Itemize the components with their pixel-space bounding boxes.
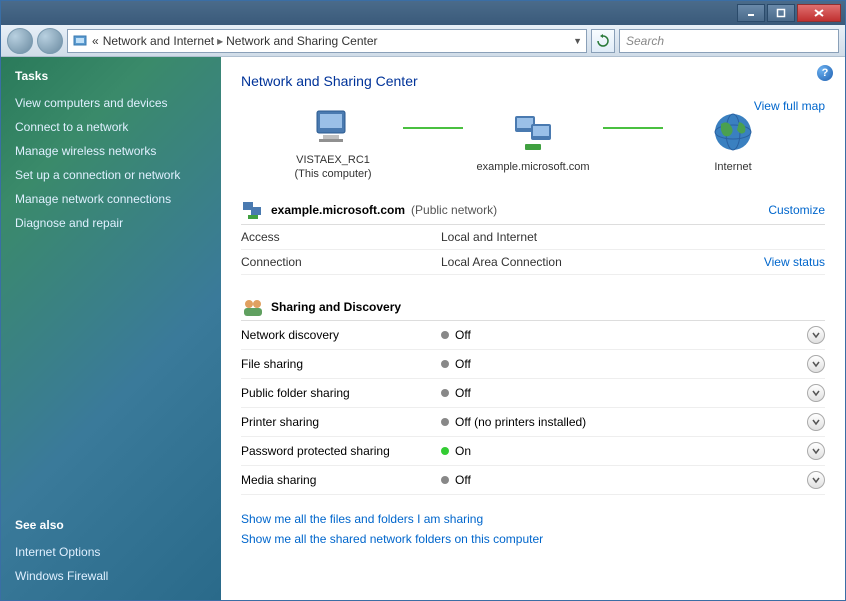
body: Tasks View computers and devices Connect…	[1, 57, 845, 600]
network-section-type: (Public network)	[411, 203, 497, 217]
help-icon[interactable]: ?	[817, 65, 833, 81]
view-status-link[interactable]: View status	[764, 255, 825, 269]
breadcrumb-2[interactable]: Network and Sharing Center	[226, 34, 377, 48]
sharing-header-text: Sharing and Discovery	[271, 300, 401, 314]
window: « Network and Internet ▸ Network and Sha…	[0, 0, 846, 601]
forward-button[interactable]	[37, 28, 63, 54]
network-section-name: example.microsoft.com	[271, 203, 405, 217]
close-button[interactable]	[797, 4, 841, 22]
network-icon	[509, 110, 557, 158]
media-sharing-label: Media sharing	[241, 473, 441, 487]
bottom-links: Show me all the files and folders I am s…	[241, 509, 825, 549]
people-icon	[241, 297, 265, 317]
expand-button[interactable]	[807, 384, 825, 402]
map-link-1	[403, 127, 463, 129]
connection-value: Local Area Connection	[441, 255, 764, 269]
access-value: Local and Internet	[441, 230, 825, 244]
address-bar-row: « Network and Internet ▸ Network and Sha…	[1, 25, 845, 57]
status-dot-icon	[441, 447, 449, 455]
refresh-button[interactable]	[591, 29, 615, 53]
public-folder-sharing-row: Public folder sharing Off	[241, 379, 825, 408]
network-name: example.microsoft.com	[476, 161, 589, 173]
access-label: Access	[241, 230, 441, 244]
network-small-icon	[241, 200, 265, 220]
printer-sharing-row: Printer sharing Off (no printers install…	[241, 408, 825, 437]
network-discovery-label: Network discovery	[241, 328, 441, 342]
file-sharing-row: File sharing Off	[241, 350, 825, 379]
expand-button[interactable]	[807, 326, 825, 344]
minimize-button[interactable]	[737, 4, 765, 22]
control-panel-icon	[72, 33, 88, 49]
connection-row: Connection Local Area Connection View st…	[241, 250, 825, 275]
status-dot-icon	[441, 331, 449, 339]
view-full-map-link[interactable]: View full map	[754, 99, 825, 113]
expand-button[interactable]	[807, 355, 825, 373]
password-sharing-row: Password protected sharing On	[241, 437, 825, 466]
sidebar-task-manage-wireless[interactable]: Manage wireless networks	[15, 139, 207, 163]
sidebar-seealso-windows-firewall[interactable]: Windows Firewall	[15, 564, 207, 588]
search-input[interactable]: Search	[619, 29, 839, 53]
page-title: Network and Sharing Center	[241, 73, 825, 89]
network-discovery-row: Network discovery Off	[241, 321, 825, 350]
computer-name: VISTAEX_RC1	[296, 154, 370, 166]
customize-link[interactable]: Customize	[768, 203, 825, 217]
address-bar[interactable]: « Network and Internet ▸ Network and Sha…	[67, 29, 587, 53]
search-placeholder: Search	[626, 34, 664, 48]
sidebar-task-diagnose[interactable]: Diagnose and repair	[15, 211, 207, 235]
sidebar-seealso-internet-options[interactable]: Internet Options	[15, 540, 207, 564]
expand-button[interactable]	[807, 442, 825, 460]
network-discovery-value: Off	[455, 328, 807, 342]
computer-icon	[309, 103, 357, 151]
media-sharing-value: Off	[455, 473, 807, 487]
status-dot-icon	[441, 389, 449, 397]
breadcrumb-1[interactable]: Network and Internet	[103, 34, 214, 48]
status-dot-icon	[441, 476, 449, 484]
sidebar-task-view-computers[interactable]: View computers and devices	[15, 91, 207, 115]
status-dot-icon	[441, 418, 449, 426]
connection-label: Connection	[241, 255, 441, 269]
sidebar: Tasks View computers and devices Connect…	[1, 57, 221, 600]
status-dot-icon	[441, 360, 449, 368]
access-row: Access Local and Internet	[241, 225, 825, 250]
network-section: example.microsoft.com (Public network) C…	[241, 200, 825, 275]
map-node-internet: Internet	[663, 110, 803, 174]
breadcrumb-sep-icon: ▸	[217, 34, 223, 48]
internet-label: Internet	[714, 161, 751, 173]
public-folder-sharing-value: Off	[455, 386, 807, 400]
expand-button[interactable]	[807, 471, 825, 489]
show-files-link[interactable]: Show me all the files and folders I am s…	[241, 509, 825, 529]
media-sharing-row: Media sharing Off	[241, 466, 825, 495]
breadcrumb-chevrons[interactable]: «	[92, 34, 99, 48]
computer-sub: (This computer)	[294, 168, 371, 180]
sharing-header: Sharing and Discovery	[241, 297, 825, 321]
password-sharing-label: Password protected sharing	[241, 444, 441, 458]
map-node-network: example.microsoft.com	[463, 110, 603, 174]
map-link-2	[603, 127, 663, 129]
titlebar	[1, 1, 845, 25]
back-button[interactable]	[7, 28, 33, 54]
expand-button[interactable]	[807, 413, 825, 431]
file-sharing-value: Off	[455, 357, 807, 371]
printer-sharing-label: Printer sharing	[241, 415, 441, 429]
sidebar-task-manage-connections[interactable]: Manage network connections	[15, 187, 207, 211]
file-sharing-label: File sharing	[241, 357, 441, 371]
public-folder-sharing-label: Public folder sharing	[241, 386, 441, 400]
show-folders-link[interactable]: Show me all the shared network folders o…	[241, 529, 825, 549]
network-map: View full map VISTAEX_RC1(This computer)	[241, 103, 825, 182]
network-header: example.microsoft.com (Public network) C…	[241, 200, 825, 225]
tasks-header: Tasks	[15, 69, 207, 83]
sidebar-task-connect[interactable]: Connect to a network	[15, 115, 207, 139]
address-dropdown-icon[interactable]: ▼	[573, 36, 582, 46]
globe-icon	[709, 110, 757, 158]
password-sharing-value: On	[455, 444, 807, 458]
seealso-header: See also	[15, 518, 207, 532]
maximize-button[interactable]	[767, 4, 795, 22]
map-node-computer: VISTAEX_RC1 (This computer)	[263, 103, 403, 182]
printer-sharing-value: Off (no printers installed)	[455, 415, 807, 429]
sidebar-task-setup-connection[interactable]: Set up a connection or network	[15, 163, 207, 187]
main-content: ? Network and Sharing Center View full m…	[221, 57, 845, 600]
